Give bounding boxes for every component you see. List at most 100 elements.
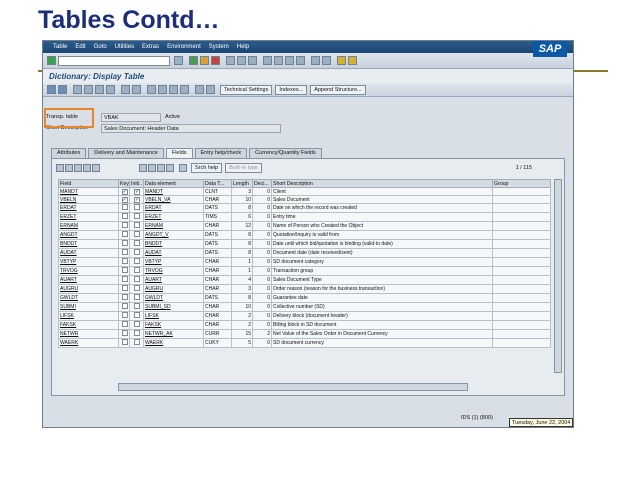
next-page-icon[interactable] <box>285 56 294 65</box>
built-in-type-button[interactable]: Built-in type <box>225 163 262 173</box>
checkbox-icon[interactable] <box>134 285 140 292</box>
short-description-cell[interactable]: Delivery block (document header) <box>271 311 493 322</box>
tab-fields[interactable]: Fields <box>165 148 193 158</box>
table-row[interactable]: VBTYP VBTYP CHAR 1 0 SD document category <box>58 257 551 268</box>
length-cell[interactable]: 2 <box>231 320 253 331</box>
checkbox-icon[interactable] <box>134 222 140 229</box>
data-type-cell[interactable]: CHAR <box>203 320 232 331</box>
activate-icon[interactable] <box>106 85 115 94</box>
length-cell[interactable]: 2 <box>231 311 253 322</box>
table-row[interactable]: NETWR NETWR_AK CURR 15 2 Net Value of the Sal… <box>58 329 551 340</box>
data-element-cell[interactable]: VBELN_VA <box>143 195 204 205</box>
checkbox-icon[interactable] <box>121 222 128 229</box>
find-icon[interactable] <box>237 56 246 65</box>
key-checkbox-cell[interactable] <box>118 257 130 268</box>
search-help-icon[interactable] <box>179 164 187 172</box>
short-description-cell[interactable]: Document date (date received/sent) <box>271 248 493 259</box>
initial-checkbox-cell[interactable] <box>129 311 144 322</box>
delete-row-icon[interactable] <box>65 164 73 172</box>
short-description-cell[interactable]: Transaction group <box>271 266 493 277</box>
initial-checkbox-cell[interactable]: ✓ <box>129 186 144 197</box>
menu-edit[interactable]: Edit <box>75 44 85 50</box>
key-checkbox-cell[interactable]: ✓ <box>118 186 130 197</box>
key-checkbox-cell[interactable] <box>118 248 130 259</box>
key-checkbox-cell[interactable] <box>118 284 130 295</box>
indexes-button[interactable]: Indexes... <box>275 84 308 95</box>
data-element-cell[interactable]: NETWR_AK <box>143 329 204 340</box>
field-cell[interactable]: ERNAM <box>58 221 119 232</box>
field-cell[interactable]: SUBMI <box>58 302 119 313</box>
data-type-cell[interactable]: DATS <box>203 203 232 214</box>
short-description-cell[interactable]: Entry time <box>271 212 493 223</box>
data-type-cell[interactable]: CHAR <box>203 221 232 232</box>
decimals-cell[interactable]: 0 <box>252 275 272 286</box>
dictionary-icon[interactable] <box>195 85 204 94</box>
decimals-cell[interactable]: 2 <box>252 329 272 340</box>
checkbox-icon[interactable] <box>134 204 140 211</box>
table-row[interactable]: GWLDT GWLDT DATS 8 0 Guarantee date <box>58 293 551 304</box>
command-field[interactable] <box>58 55 170 66</box>
length-cell[interactable]: 8 <box>231 230 253 241</box>
col-key[interactable]: Key <box>118 179 130 188</box>
field-cell[interactable]: MANDT <box>58 186 119 197</box>
checkbox-icon[interactable] <box>134 258 140 265</box>
table-name-field[interactable]: VBAK <box>101 112 161 122</box>
table-row[interactable]: AUART AUART CHAR 4 0 Sales Document Type <box>58 275 551 286</box>
menu-help[interactable]: Help <box>237 44 249 50</box>
decimals-cell[interactable]: 0 <box>252 212 272 223</box>
key-checkbox-cell[interactable] <box>118 221 130 232</box>
menu-utilities[interactable]: Utilities <box>115 44 134 50</box>
initial-checkbox-cell[interactable] <box>129 203 144 214</box>
sort-icon[interactable] <box>157 164 165 172</box>
table-row[interactable]: FAKSK FAKSK CHAR 2 0 Billing block in SD docu… <box>58 320 551 331</box>
length-cell[interactable]: 3 <box>231 186 253 197</box>
key-checkbox-cell[interactable] <box>118 212 130 223</box>
menu-goto[interactable]: Goto <box>94 44 107 50</box>
length-cell[interactable]: 8 <box>231 248 253 259</box>
field-cell[interactable]: FAKSK <box>58 320 119 331</box>
checkbox-icon[interactable] <box>134 249 140 256</box>
checkbox-icon[interactable] <box>121 321 128 328</box>
display-change-icon[interactable] <box>73 85 82 94</box>
decimals-cell[interactable]: 0 <box>252 284 272 295</box>
tab-attributes[interactable]: Attributes <box>51 148 87 158</box>
col-short-description[interactable]: Short Description <box>271 179 493 188</box>
hierarchy-icon[interactable] <box>132 85 141 94</box>
group-cell[interactable] <box>492 230 551 241</box>
cut-icon[interactable] <box>74 164 82 172</box>
checkbox-icon[interactable] <box>121 231 128 238</box>
key-checkbox-cell[interactable] <box>118 239 130 250</box>
data-type-cell[interactable]: CHAR <box>203 195 232 205</box>
initial-checkbox-cell[interactable] <box>129 239 144 250</box>
group-cell[interactable] <box>492 186 551 197</box>
initial-checkbox-cell[interactable] <box>129 257 144 268</box>
data-element-cell[interactable]: AUDAT <box>143 248 204 259</box>
save-icon[interactable] <box>174 56 183 65</box>
group-cell[interactable] <box>492 195 551 205</box>
checkbox-icon[interactable]: ✓ <box>134 188 140 195</box>
print-icon[interactable] <box>226 56 235 65</box>
field-cell[interactable]: TRVOG <box>58 266 119 277</box>
short-description-cell[interactable]: Sales Document Type <box>271 275 493 286</box>
table-row[interactable]: ERZET ERZET TIMS 6 0 Entry time <box>58 212 551 223</box>
checkbox-icon[interactable] <box>121 294 128 301</box>
field-cell[interactable]: BNDDT <box>58 239 119 250</box>
length-cell[interactable]: 10 <box>231 195 253 205</box>
checkbox-icon[interactable] <box>121 285 128 292</box>
back-icon[interactable] <box>189 56 198 65</box>
data-element-cell[interactable]: BNDDT <box>143 239 204 250</box>
field-cell[interactable]: GWLDT <box>58 293 119 304</box>
data-type-cell[interactable]: CHAR <box>203 311 232 322</box>
table-row[interactable]: ANGDT ANGDT_V DATS 8 0 Quotation/Inquiry is v… <box>58 230 551 241</box>
decimals-cell[interactable]: 0 <box>252 248 272 259</box>
data-element-cell[interactable]: WAERK <box>143 338 204 349</box>
length-cell[interactable]: 1 <box>231 257 253 268</box>
data-element-cell[interactable]: ERNAM <box>143 221 204 232</box>
graphic-icon[interactable] <box>169 85 178 94</box>
exit-icon[interactable] <box>200 56 209 65</box>
decimals-cell[interactable]: 0 <box>252 186 272 197</box>
last-page-icon[interactable] <box>296 56 305 65</box>
checkbox-icon[interactable] <box>121 240 128 247</box>
checkbox-icon[interactable] <box>121 303 128 310</box>
decimals-cell[interactable]: 0 <box>252 195 272 205</box>
